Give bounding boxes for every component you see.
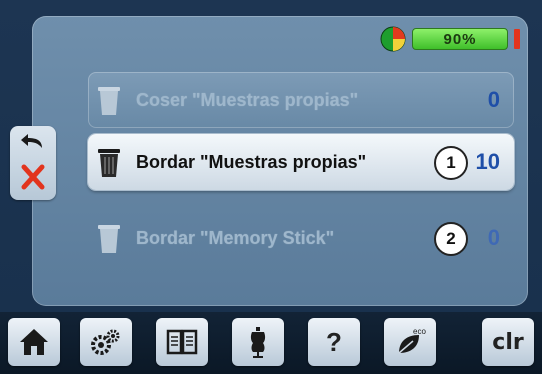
eco-leaf-icon: eco [398,327,426,354]
close-x-icon[interactable] [21,164,45,190]
clear-button[interactable]: clr [482,318,534,366]
clr-label: clr [492,329,524,355]
help-label: ? [326,326,342,357]
callout-marker: 2 [434,222,468,256]
trash-can-icon [98,149,120,177]
battery-indicator: 90% [412,28,508,50]
trash-can-icon [98,87,120,115]
callout-marker: 1 [434,146,468,180]
eco-button[interactable]: eco [384,318,436,366]
side-controls [10,126,56,200]
battery-text: 90% [443,30,477,48]
tutorial-button[interactable] [232,318,284,366]
back-arrow-icon[interactable] [20,132,46,152]
eco-label: eco [413,327,426,336]
open-book-icon [166,329,198,355]
warning-indicator [514,29,520,49]
home-button[interactable] [8,318,60,366]
home-icon [20,329,48,355]
callout-number: 1 [446,153,456,172]
help-button[interactable]: ? [308,318,360,366]
list-item-coser[interactable]: Coser "Muestras propias" 0 [88,72,514,128]
list-item-count: 10 [475,149,500,174]
manual-button[interactable] [156,318,208,366]
trash-can-icon [98,225,120,253]
list-item-label: Bordar "Memory Stick" [136,227,335,248]
dress-form-icon [250,327,266,358]
callout-number: 2 [446,229,456,248]
status-bar: 90% [380,26,520,52]
pie-chart-icon [380,26,406,52]
list-item-label: Bordar "Muestras propias" [136,151,367,172]
list-item-count: 0 [487,225,500,250]
settings-button[interactable] [80,318,132,366]
list-item-label: Coser "Muestras propias" [136,89,359,110]
list-item-count: 0 [487,87,500,112]
settings-gears-icon [91,329,120,355]
